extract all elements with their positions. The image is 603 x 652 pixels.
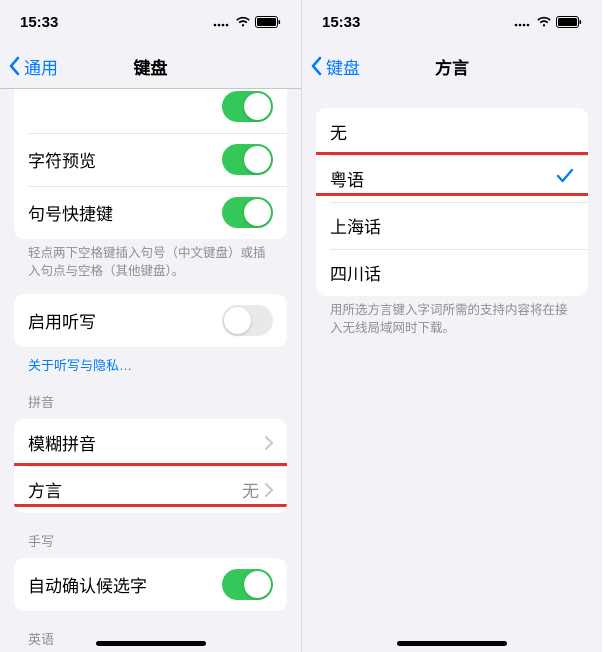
cellular-icon <box>213 16 231 28</box>
auto-confirm-row[interactable]: 自动确认候选字 <box>14 558 287 611</box>
period-shortcut-label: 句号快捷键 <box>28 200 222 225</box>
status-indicators <box>213 16 281 28</box>
option-sichuanese-label: 四川话 <box>330 260 574 285</box>
partial-row[interactable] <box>14 89 287 133</box>
settings-group-1: 字符预览 句号快捷键 <box>14 89 287 239</box>
dialect-row[interactable]: 方言 无 <box>14 466 287 513</box>
cellular-icon <box>514 16 532 28</box>
wifi-icon <box>235 16 251 28</box>
option-shanghainese[interactable]: 上海话 <box>316 202 588 249</box>
back-label: 通用 <box>24 54 58 79</box>
handwriting-header: 手写 <box>0 513 301 554</box>
home-indicator[interactable] <box>397 641 507 646</box>
enable-dictation-toggle[interactable] <box>222 305 273 336</box>
chevron-right-icon <box>265 483 273 497</box>
option-sichuanese[interactable]: 四川话 <box>316 249 588 296</box>
chevron-left-icon <box>310 56 322 76</box>
period-shortcut-toggle[interactable] <box>222 197 273 228</box>
dialect-download-note: 用所选方言键入字词所需的支持内容将在接入无线局域网时下载。 <box>302 296 602 337</box>
auto-confirm-label: 自动确认候选字 <box>28 572 222 597</box>
char-preview-row[interactable]: 字符预览 <box>14 133 287 186</box>
enable-dictation-label: 启用听写 <box>28 308 222 333</box>
dictation-group: 启用听写 <box>14 294 287 347</box>
back-label: 键盘 <box>326 54 360 79</box>
fuzzy-pinyin-label: 模糊拼音 <box>28 430 265 455</box>
nav-bar: 键盘 方言 <box>302 44 602 88</box>
handwriting-group: 自动确认候选字 <box>14 558 287 611</box>
status-bar: 15:33 <box>302 0 602 44</box>
char-preview-label: 字符预览 <box>28 147 222 172</box>
right-screen: 15:33 键盘 方言 无 粤语 上海话 <box>301 0 602 652</box>
option-cantonese[interactable]: 粤语 <box>316 155 588 202</box>
option-shanghainese-label: 上海话 <box>330 213 574 238</box>
period-note: 轻点两下空格键插入句号（中文键盘）或插入句点与空格（其他键盘）。 <box>0 239 301 280</box>
battery-icon <box>255 16 281 28</box>
dialect-label: 方言 <box>28 477 242 502</box>
home-indicator[interactable] <box>96 641 206 646</box>
toggle[interactable] <box>222 91 273 122</box>
nav-bar: 通用 键盘 <box>0 44 301 88</box>
dictation-privacy-link[interactable]: 关于听写与隐私… <box>0 347 301 374</box>
status-indicators <box>514 16 582 28</box>
option-none[interactable]: 无 <box>316 108 588 155</box>
dialect-value: 无 <box>242 477 259 502</box>
status-time: 15:33 <box>322 14 360 31</box>
period-shortcut-row[interactable]: 句号快捷键 <box>14 186 287 239</box>
option-none-label: 无 <box>330 119 574 144</box>
pinyin-header: 拼音 <box>0 374 301 415</box>
fuzzy-pinyin-row[interactable]: 模糊拼音 <box>14 419 287 466</box>
wifi-icon <box>536 16 552 28</box>
checkmark-icon <box>556 167 574 190</box>
back-button[interactable]: 键盘 <box>310 54 360 79</box>
back-button[interactable]: 通用 <box>8 54 58 79</box>
status-time: 15:33 <box>20 14 58 31</box>
chevron-left-icon <box>8 56 20 76</box>
left-screen: 15:33 通用 键盘 字符预览 句号快捷键 <box>0 0 301 652</box>
dialect-options-group: 无 粤语 上海话 四川话 <box>316 108 588 296</box>
char-preview-toggle[interactable] <box>222 144 273 175</box>
enable-dictation-row[interactable]: 启用听写 <box>14 294 287 347</box>
status-bar: 15:33 <box>0 0 301 44</box>
auto-confirm-toggle[interactable] <box>222 569 273 600</box>
battery-icon <box>556 16 582 28</box>
option-cantonese-label: 粤语 <box>330 166 556 191</box>
chevron-right-icon <box>265 436 273 450</box>
pinyin-group: 模糊拼音 方言 无 <box>14 419 287 513</box>
